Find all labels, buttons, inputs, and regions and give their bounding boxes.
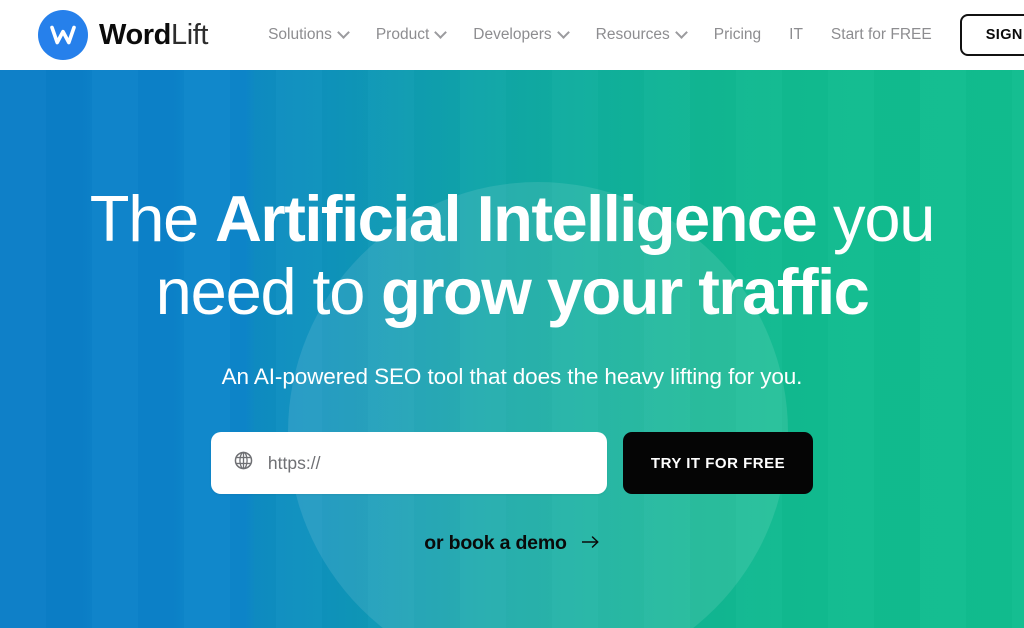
site-header: WordLift Solutions Product Developers Re…: [0, 0, 1024, 70]
nav-item-developers[interactable]: Developers: [459, 20, 581, 50]
book-a-demo-link[interactable]: or book a demo: [424, 532, 599, 555]
hero-headline-line-1: The Artificial Intelligence you: [22, 186, 1002, 251]
hero-section: The Artificial Intelligence you need to …: [0, 70, 1024, 628]
nav-item-solutions[interactable]: Solutions: [254, 20, 362, 50]
hero-headline: The Artificial Intelligence you need to …: [22, 186, 1002, 324]
chevron-down-icon: [336, 25, 350, 39]
nav-label: Start for FREE: [830, 26, 932, 43]
hero-headline-emphasis: Artificial Intelligence: [214, 182, 818, 255]
hero-content: The Artificial Intelligence you need to …: [0, 70, 1024, 628]
arrow-right-icon: [581, 532, 600, 555]
hero-headline-text: you: [816, 182, 935, 255]
nav-label: IT: [789, 26, 803, 43]
brand-word-light: Lift: [170, 18, 209, 51]
nav-item-language-it[interactable]: IT: [775, 20, 817, 50]
hero-headline-text: The: [89, 182, 215, 255]
nav-label: Product: [375, 26, 430, 43]
main-navigation: Solutions Product Developers Resources: [254, 20, 700, 50]
landing-page: WordLift Solutions Product Developers Re…: [0, 0, 1024, 628]
nav-label: Solutions: [268, 26, 332, 43]
chevron-down-icon: [434, 25, 448, 39]
hero-subtitle: An AI-powered SEO tool that does the hea…: [221, 364, 803, 389]
header-actions: Pricing IT Start for FREE SIGN IN: [700, 14, 1024, 56]
chevron-down-icon: [556, 25, 570, 39]
try-it-for-free-button[interactable]: TRY IT FOR FREE: [622, 432, 814, 494]
nav-item-pricing[interactable]: Pricing: [700, 20, 775, 50]
url-input-wrapper[interactable]: [210, 432, 607, 494]
hero-headline-emphasis: grow your traffic: [381, 255, 870, 328]
book-a-demo-label: or book a demo: [424, 532, 567, 554]
brand-logo[interactable]: WordLift: [38, 10, 208, 60]
nav-label: Pricing: [713, 26, 762, 43]
wordlift-w-logo-icon: [38, 10, 88, 60]
sign-in-button[interactable]: SIGN IN: [959, 14, 1024, 56]
nav-label: Resources: [595, 26, 670, 43]
brand-word-bold: Word: [99, 18, 171, 51]
chevron-down-icon: [674, 25, 688, 39]
hero-signup-form: TRY IT FOR FREE: [210, 432, 814, 494]
hero-headline-text: need to: [155, 255, 381, 328]
nav-label: Developers: [473, 26, 552, 43]
nav-item-product[interactable]: Product: [362, 20, 459, 50]
brand-wordmark: WordLift: [99, 18, 209, 51]
globe-icon: [233, 450, 254, 476]
nav-item-resources[interactable]: Resources: [582, 20, 700, 50]
url-input[interactable]: [267, 432, 589, 494]
hero-headline-line-2: need to grow your traffic: [22, 259, 1002, 324]
nav-item-start-for-free[interactable]: Start for FREE: [817, 20, 946, 50]
